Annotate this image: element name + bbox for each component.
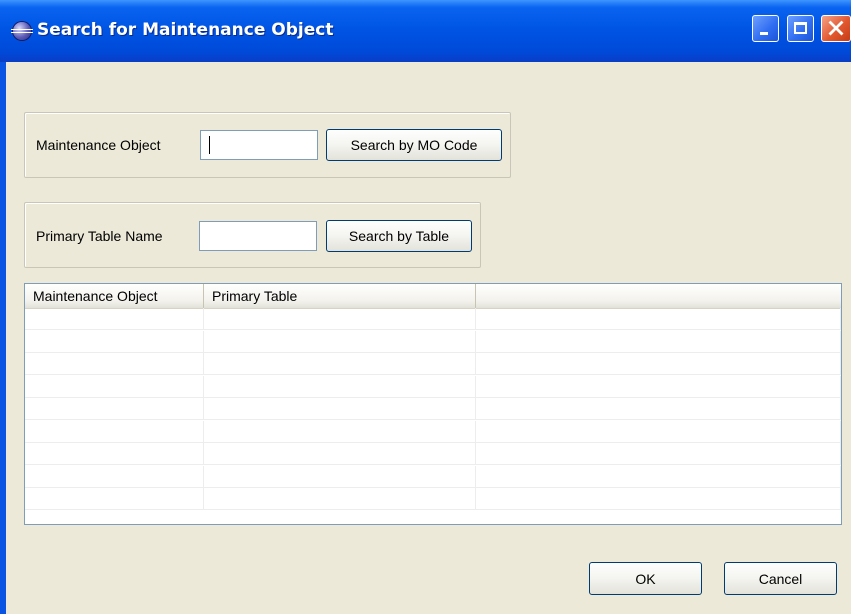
column-header-maintenance-object[interactable]: Maintenance Object [25, 284, 204, 308]
table-row[interactable] [25, 330, 841, 353]
table-cell [476, 488, 841, 509]
table-cell [204, 420, 476, 442]
table-cell [476, 443, 841, 464]
table-header: Maintenance Object Primary Table [25, 284, 841, 309]
table-cell [476, 330, 841, 352]
table-cell [204, 465, 476, 487]
table-cell [476, 420, 841, 442]
table-row[interactable] [25, 443, 841, 465]
maximize-icon [794, 22, 807, 34]
table-row[interactable] [25, 375, 841, 398]
table-cell [204, 443, 476, 464]
table-cell [25, 465, 204, 487]
table-row[interactable] [25, 398, 841, 420]
column-header-primary-table[interactable]: Primary Table [204, 284, 476, 308]
cancel-button[interactable]: Cancel [724, 562, 837, 595]
table-cell [25, 488, 204, 509]
maintenance-object-label: Maintenance Object [36, 137, 161, 153]
table-cell [476, 353, 841, 374]
title-bar[interactable]: Search for Maintenance Object [0, 0, 851, 62]
search-by-table-button[interactable]: Search by Table [326, 220, 472, 252]
table-cell [476, 398, 841, 419]
table-cell [476, 375, 841, 397]
window-title: Search for Maintenance Object [37, 20, 334, 40]
close-icon [828, 20, 844, 36]
column-header-empty[interactable] [476, 284, 841, 308]
table-cell [25, 330, 204, 352]
primary-table-name-input[interactable] [199, 221, 317, 251]
table-cell [476, 465, 841, 487]
minimize-button[interactable] [752, 15, 779, 42]
table-cell [204, 488, 476, 509]
table-cell [204, 398, 476, 419]
search-by-mo-code-button[interactable]: Search by MO Code [326, 129, 502, 161]
table-cell [204, 353, 476, 374]
table-cell [204, 330, 476, 352]
table-row[interactable] [25, 308, 841, 330]
table-search-group: Primary Table Name Search by Table [24, 202, 481, 268]
mo-search-group: Maintenance Object Search by MO Code [24, 112, 511, 178]
minimize-icon [760, 32, 768, 35]
ok-button[interactable]: OK [589, 562, 702, 595]
eclipse-app-icon [11, 22, 33, 40]
table-cell [25, 353, 204, 374]
primary-table-name-label: Primary Table Name [36, 228, 163, 244]
dialog-body: Maintenance Object Search by MO Code Pri… [6, 62, 851, 614]
table-cell [25, 308, 204, 329]
table-row[interactable] [25, 488, 841, 510]
table-cell [204, 375, 476, 397]
dialog-window: Search for Maintenance Object Maintenanc… [0, 0, 851, 614]
table-row[interactable] [25, 353, 841, 375]
maintenance-object-input[interactable] [200, 130, 318, 160]
results-table[interactable]: Maintenance Object Primary Table [24, 283, 842, 525]
table-cell [25, 398, 204, 419]
text-caret [209, 136, 210, 154]
table-cell [476, 308, 841, 329]
table-row[interactable] [25, 465, 841, 488]
table-row[interactable] [25, 420, 841, 443]
table-cell [25, 420, 204, 442]
table-cell [25, 375, 204, 397]
table-cell [204, 308, 476, 329]
table-cell [25, 443, 204, 464]
close-button[interactable] [821, 15, 851, 42]
maximize-button[interactable] [787, 15, 814, 42]
